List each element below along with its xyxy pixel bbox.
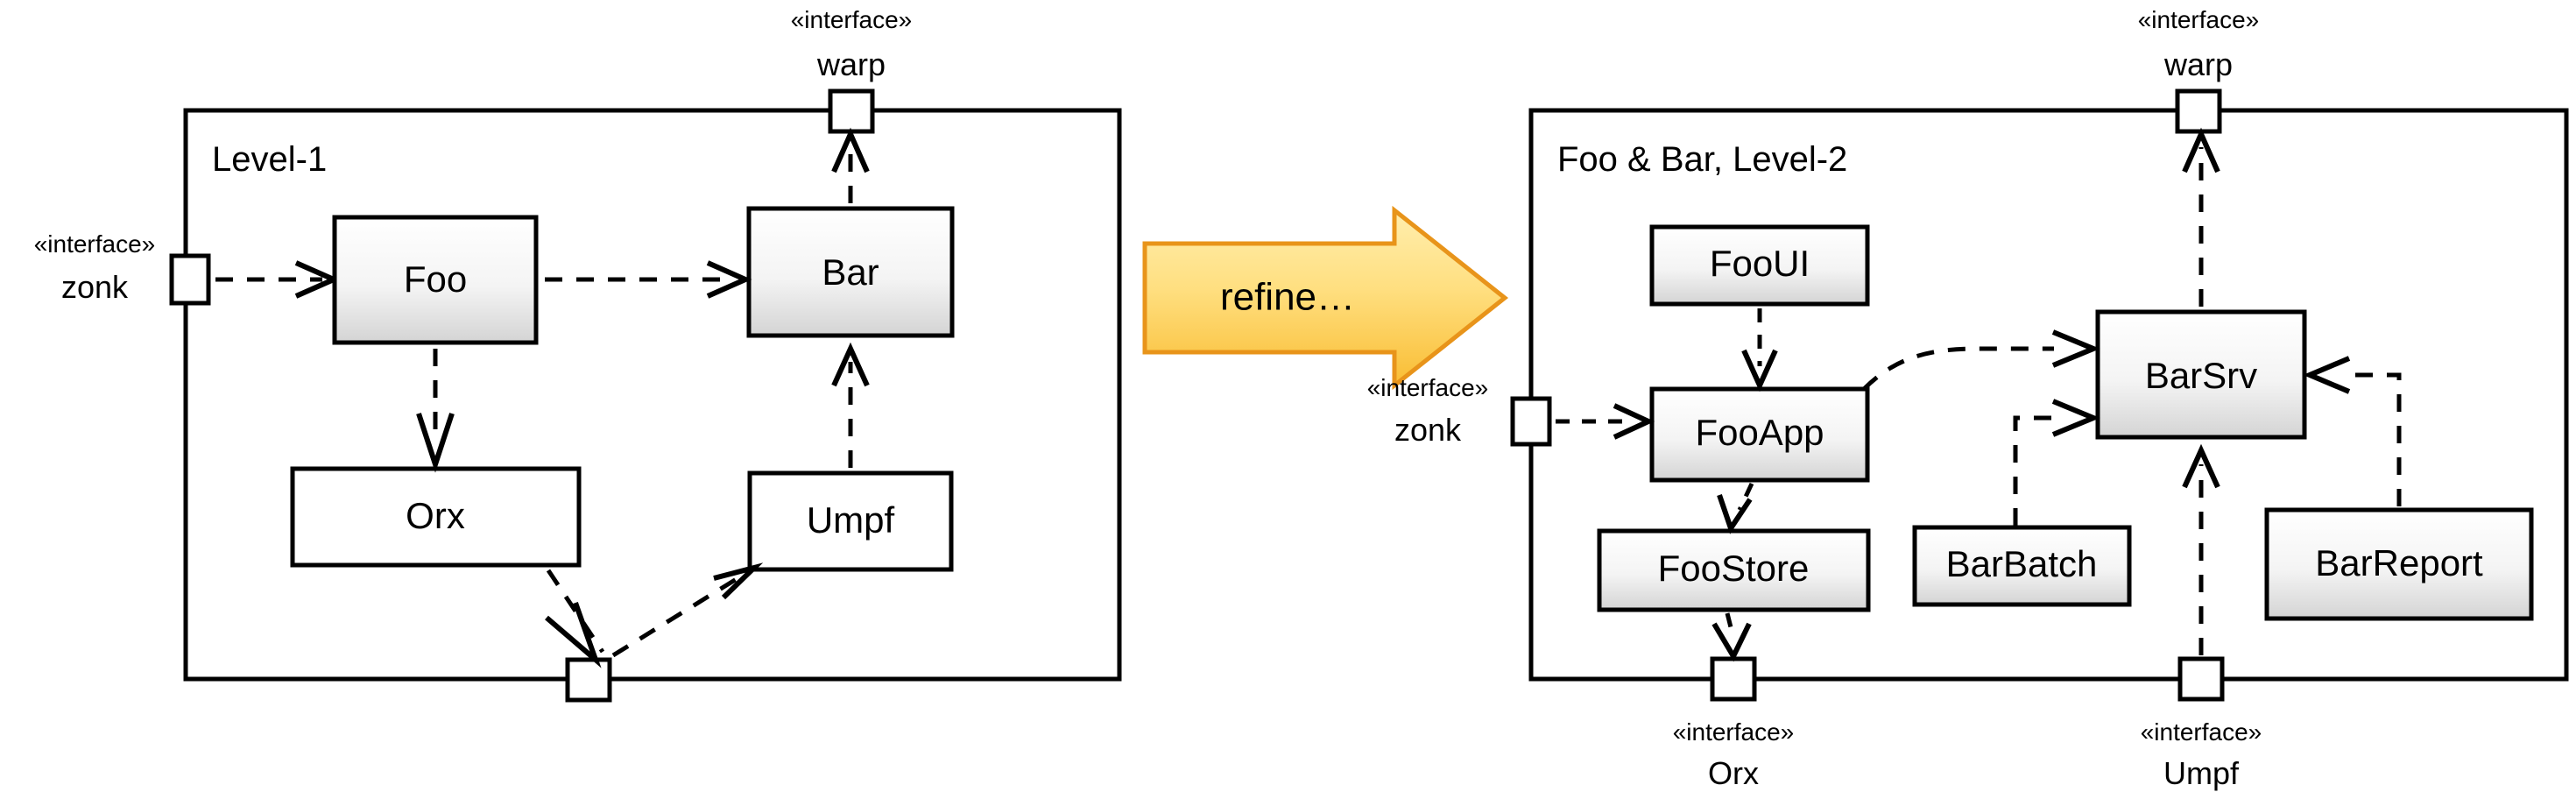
interface-orx2-stereotype: «interface» <box>1673 718 1795 746</box>
node-fooapp-label: FooApp <box>1695 412 1824 453</box>
node-orx[interactable]: Orx <box>290 466 582 568</box>
refine-arrow-label: refine… <box>1220 276 1355 319</box>
node-barbatch[interactable]: BarBatch <box>1912 525 2132 607</box>
arrowhead-fooapp-to-foostore <box>1717 494 1753 534</box>
port-orx-bottom[interactable] <box>1710 656 1757 702</box>
port-zonk-right[interactable] <box>1510 396 1552 447</box>
interface-umpf2-name: Umpf <box>2163 755 2240 791</box>
left-panel-title: Level-1 <box>212 140 327 179</box>
node-barreport[interactable]: BarReport <box>2264 507 2534 621</box>
node-fooui-label: FooUI <box>1710 243 1810 284</box>
port-zonk-left[interactable] <box>169 253 211 306</box>
interface-warp-top-right[interactable]: «interface» warp <box>2138 6 2260 134</box>
interface-warp-top-left[interactable]: «interface» warp <box>791 6 913 134</box>
arrowhead-foostore-to-orx-port <box>1711 622 1752 662</box>
interface-zonk-left[interactable]: «interface» zonk <box>34 230 211 306</box>
dep-barbatch-to-barsrv <box>2013 415 2058 526</box>
node-bar-label: Bar <box>822 251 879 293</box>
node-orx-label: Orx <box>406 495 465 536</box>
interface-zonk-name: zonk <box>61 269 129 305</box>
uml-refinement-diagram: Level-1 «interface» zonk «interface» war… <box>34 6 2569 791</box>
right-panel: Foo & Bar, Level-2 «interface» zonk «int… <box>1367 6 2569 791</box>
diagram-canvas: Level-1 «interface» zonk «interface» war… <box>0 0 2576 792</box>
left-panel: Level-1 «interface» zonk «interface» war… <box>34 6 1122 703</box>
dep-barreport-to-barsrv <box>2347 372 2402 506</box>
interface-orx2-name: Orx <box>1708 755 1759 791</box>
node-barsrv-label: BarSrv <box>2145 355 2257 396</box>
dep-bottom-port-to-umpf <box>611 570 748 658</box>
left-panel-border <box>183 108 1122 682</box>
node-foostore[interactable]: FooStore <box>1597 528 1871 612</box>
node-barsrv[interactable]: BarSrv <box>2095 309 2307 440</box>
node-foo[interactable]: Foo <box>332 215 539 345</box>
port-warp-top-right[interactable] <box>2175 88 2222 134</box>
port-bottom-left-panel[interactable] <box>565 657 612 703</box>
interface-warp-name: warp <box>816 46 886 82</box>
right-panel-title: Foo & Bar, Level-2 <box>1557 140 1847 179</box>
refine-arrow: refine… <box>1142 205 1509 391</box>
interface-warp-stereotype: «interface» <box>791 6 913 33</box>
node-foostore-label: FooStore <box>1658 548 1810 589</box>
node-barbatch-label: BarBatch <box>1946 543 2098 584</box>
arrowhead-fooapp-to-barsrv <box>2051 329 2100 368</box>
node-umpf[interactable]: Umpf <box>747 470 954 572</box>
interface-warp2-stereotype: «interface» <box>2138 6 2260 33</box>
port-umpf-bottom[interactable] <box>2177 656 2225 702</box>
node-bar[interactable]: Bar <box>746 206 955 338</box>
node-umpf-label: Umpf <box>807 499 895 541</box>
node-barreport-label: BarReport <box>2315 542 2483 583</box>
node-foo-label: Foo <box>404 258 467 300</box>
arrowhead-fooui-to-fooapp <box>1741 349 1778 392</box>
arrowhead-barbatch-to-barsrv <box>2051 399 2100 437</box>
interface-warp2-name: warp <box>2163 46 2233 82</box>
node-fooapp[interactable]: FooApp <box>1649 386 1870 483</box>
port-warp-top-left[interactable] <box>828 88 875 134</box>
interface-zonk2-name: zonk <box>1394 412 1462 448</box>
interface-zonk-right[interactable]: «interface» zonk <box>1367 374 1552 448</box>
interface-umpf2-stereotype: «interface» <box>2141 718 2262 746</box>
dep-foostore-to-orx-port <box>1725 612 1736 639</box>
dep-fooapp-to-barsrv <box>1862 346 2054 391</box>
node-fooui[interactable]: FooUI <box>1649 224 1870 307</box>
interface-zonk2-stereotype: «interface» <box>1367 374 1489 401</box>
arrowhead-barreport-to-barsrv <box>2303 356 2351 394</box>
interface-zonk-stereotype: «interface» <box>34 230 156 258</box>
arrowhead-orx-to-bottom-port <box>545 601 602 668</box>
